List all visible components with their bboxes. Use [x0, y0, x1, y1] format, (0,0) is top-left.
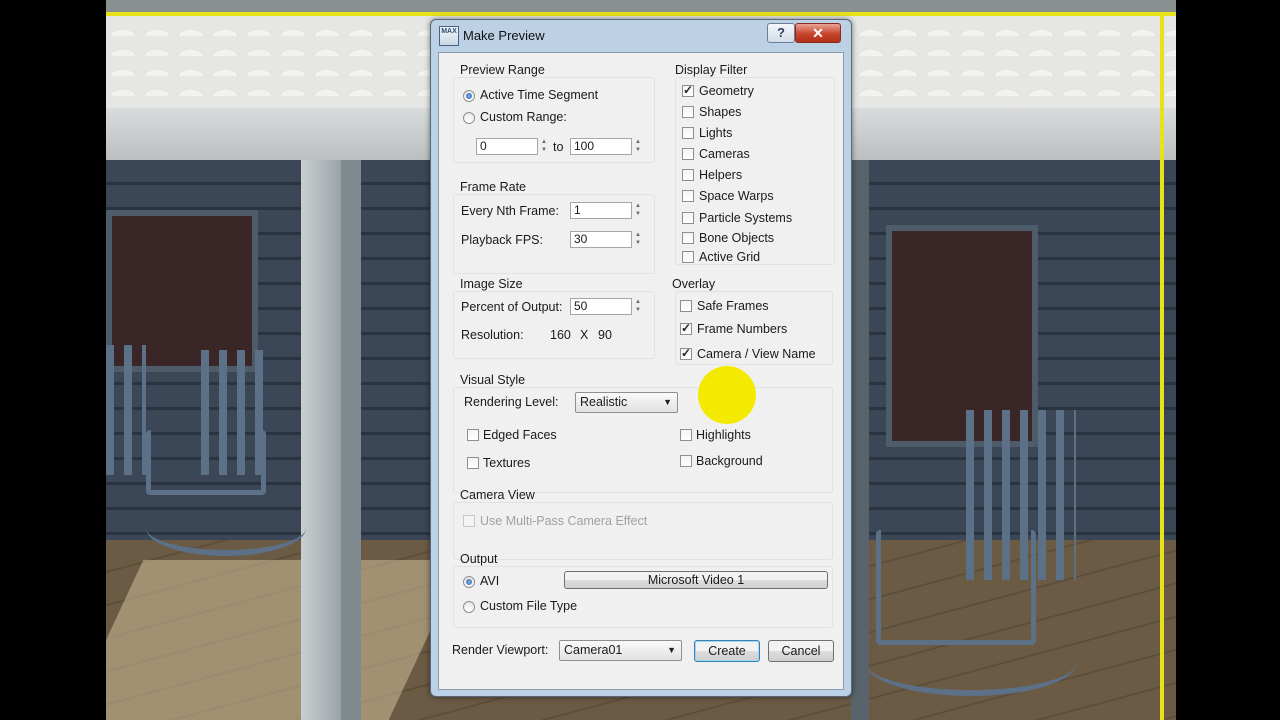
app-icon: MAX [439, 26, 459, 46]
edged-faces-label[interactable]: Edged Faces [483, 428, 557, 442]
active-time-segment-radio[interactable] [463, 90, 475, 102]
lights-label[interactable]: Lights [699, 126, 732, 140]
active-viewport-border [106, 12, 1176, 16]
custom-range-label[interactable]: Custom Range: [480, 110, 567, 124]
chair-frame [876, 530, 1036, 645]
render-viewport-dropdown[interactable]: Camera01 ▼ [559, 640, 682, 661]
playback-fps-spinner[interactable]: ▲ ▼ [633, 231, 643, 248]
active-viewport-border [1160, 12, 1164, 720]
resolution-label: Resolution: [461, 328, 524, 342]
background-checkbox[interactable] [680, 455, 692, 467]
percent-of-output-label: Percent of Output: [461, 300, 563, 314]
highlights-label[interactable]: Highlights [696, 428, 751, 442]
percent-of-output-field[interactable]: 50 [570, 298, 632, 315]
bone-objects-checkbox[interactable] [682, 232, 694, 244]
chair-frame [146, 430, 266, 495]
playback-fps-label: Playback FPS: [461, 233, 543, 247]
rendering-level-dropdown[interactable]: Realistic ▼ [575, 392, 678, 413]
bone-objects-label[interactable]: Bone Objects [699, 231, 774, 245]
dialog-titlebar[interactable]: MAX Make Preview ? ✕ [431, 20, 851, 52]
every-nth-frame-spinner[interactable]: ▲ ▼ [633, 202, 643, 219]
particle-systems-label[interactable]: Particle Systems [699, 211, 792, 225]
lights-checkbox[interactable] [682, 127, 694, 139]
custom-range-radio[interactable] [463, 112, 475, 124]
camera-view-title: Camera View [460, 488, 535, 502]
avi-radio[interactable] [463, 576, 475, 588]
helpers-checkbox[interactable] [682, 169, 694, 181]
rocking-chair [106, 345, 146, 475]
percent-of-output-spinner[interactable]: ▲ ▼ [633, 298, 643, 315]
cameras-checkbox[interactable] [682, 148, 694, 160]
codec-button[interactable]: Microsoft Video 1 [564, 571, 828, 589]
chevron-down-icon: ▼ [663, 397, 672, 407]
render-viewport-label: Render Viewport: [452, 643, 549, 657]
cursor-highlight [698, 366, 756, 424]
active-time-segment-label[interactable]: Active Time Segment [480, 88, 598, 102]
active-grid-label[interactable]: Active Grid [699, 250, 760, 264]
camera-view-name-checkbox[interactable] [680, 346, 692, 360]
porch-post [301, 160, 341, 720]
textures-label[interactable]: Textures [483, 456, 530, 470]
space-warps-label[interactable]: Space Warps [699, 189, 774, 203]
rendering-level-value: Realistic [580, 395, 628, 409]
custom-file-type-radio[interactable] [463, 601, 475, 613]
range-from-field[interactable]: 0 [476, 138, 538, 155]
avi-label[interactable]: AVI [480, 574, 499, 588]
range-to-field[interactable]: 100 [570, 138, 632, 155]
help-button[interactable]: ? [767, 23, 795, 43]
multipass-camera-label: Use Multi-Pass Camera Effect [480, 514, 648, 528]
shapes-label[interactable]: Shapes [699, 105, 741, 119]
render-viewport-value: Camera01 [564, 643, 623, 657]
create-button[interactable]: Create [694, 640, 760, 662]
textures-checkbox[interactable] [467, 457, 479, 469]
shapes-checkbox[interactable] [682, 106, 694, 118]
close-button[interactable]: ✕ [795, 23, 841, 43]
resolution-width: 160 [550, 328, 571, 342]
output-title: Output [460, 552, 498, 566]
porch-post-shadow [341, 160, 361, 720]
display-filter-title: Display Filter [675, 63, 748, 77]
cameras-label[interactable]: Cameras [699, 147, 750, 161]
chair-rocker [866, 630, 1076, 696]
visual-style-title: Visual Style [460, 373, 526, 387]
space-warps-checkbox[interactable] [682, 190, 694, 202]
range-to-spinner[interactable]: ▲ ▼ [633, 138, 643, 155]
multipass-camera-checkbox[interactable] [463, 515, 475, 527]
cancel-button[interactable]: Cancel [768, 640, 834, 662]
helpers-label[interactable]: Helpers [699, 168, 742, 182]
frame-numbers-label[interactable]: Frame Numbers [697, 322, 787, 336]
chair-rocker [146, 500, 306, 556]
every-nth-frame-label: Every Nth Frame: [461, 204, 559, 218]
highlights-checkbox[interactable] [680, 429, 692, 441]
geometry-checkbox[interactable] [682, 83, 694, 97]
dialog-client-area: Preview Range Active Time Segment Custom… [438, 52, 844, 690]
image-size-title: Image Size [460, 277, 523, 291]
camera-view-group [453, 502, 833, 560]
dialog-title: Make Preview [463, 28, 545, 43]
safe-frames-label[interactable]: Safe Frames [697, 299, 769, 313]
background-label[interactable]: Background [696, 454, 763, 468]
every-nth-frame-field[interactable]: 1 [570, 202, 632, 219]
frame-numbers-checkbox[interactable] [680, 321, 692, 335]
frame-rate-title: Frame Rate [460, 180, 526, 194]
camera-view-name-label[interactable]: Camera / View Name [697, 347, 816, 361]
range-from-spinner[interactable]: ▲ ▼ [539, 138, 549, 155]
edged-faces-checkbox[interactable] [467, 429, 479, 441]
playback-fps-field[interactable]: 30 [570, 231, 632, 248]
safe-frames-checkbox[interactable] [680, 300, 692, 312]
make-preview-dialog: MAX Make Preview ? ✕ Preview Range Activ… [430, 19, 852, 697]
preview-range-title: Preview Range [460, 63, 545, 77]
resolution-x: X [580, 328, 589, 342]
particle-systems-checkbox[interactable] [682, 212, 694, 224]
active-grid-checkbox[interactable] [682, 251, 694, 263]
custom-file-type-label[interactable]: Custom File Type [480, 599, 577, 613]
range-to-label: to [553, 140, 564, 154]
rendering-level-label: Rendering Level: [464, 395, 559, 409]
chevron-down-icon: ▼ [667, 645, 676, 655]
resolution-height: 90 [598, 328, 612, 342]
geometry-label[interactable]: Geometry [699, 84, 754, 98]
overlay-title: Overlay [672, 277, 716, 291]
